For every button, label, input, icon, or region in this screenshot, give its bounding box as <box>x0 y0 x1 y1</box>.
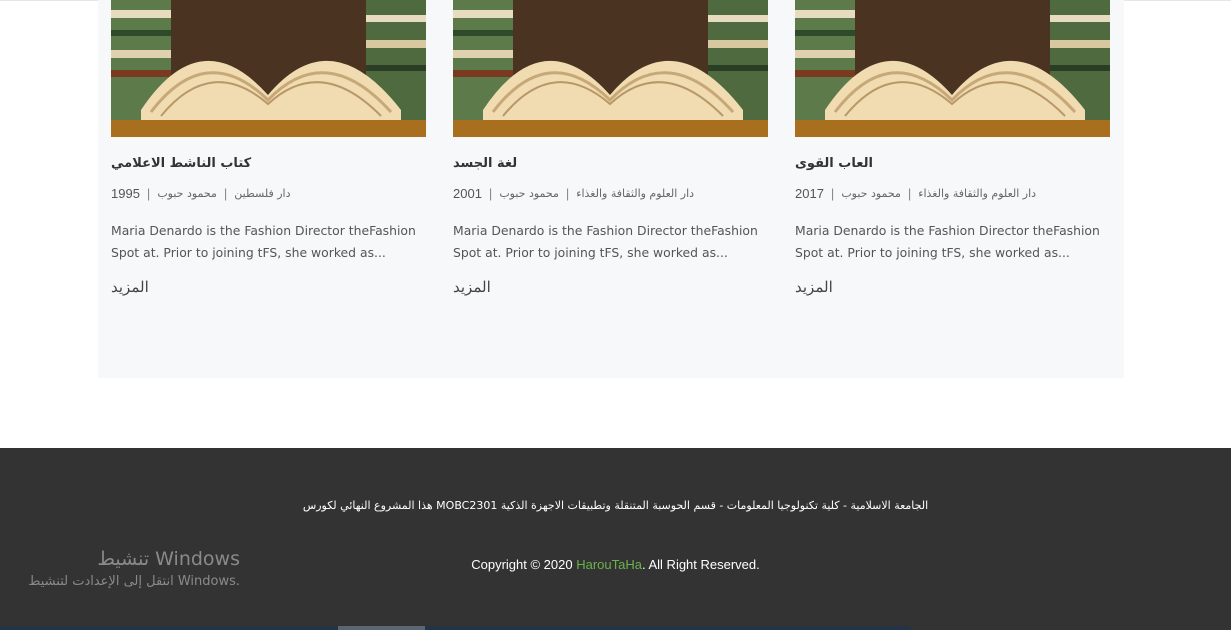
meta-separator: | <box>146 185 151 201</box>
more-link[interactable]: المزيد <box>795 278 833 296</box>
taskbar-edge <box>0 626 1231 630</box>
site-footer: هذا المشروع النهائي لكورس MOBC2301 الجام… <box>0 448 1231 630</box>
taskbar-segment <box>338 626 425 630</box>
activation-subtitle: انتقل إلى الإعدادت لتنشيط Windows. <box>28 574 240 589</box>
book-publisher: دار العلوم والثقافة والغذاء <box>918 186 1037 200</box>
book-description: Maria Denardo is the Fashion Director th… <box>111 223 416 260</box>
book-year: 2017 <box>795 185 824 201</box>
book-author: محمود حبوب <box>841 186 901 200</box>
windows-activation-watermark: تنشيط Windows انتقل إلى الإعدادت لتنشيط … <box>4 548 240 589</box>
meta-separator: | <box>223 185 228 201</box>
book-author: محمود حبوب <box>499 186 559 200</box>
book-publisher: دار فلسطين <box>234 186 291 200</box>
book-description: Maria Denardo is the Fashion Director th… <box>453 223 758 260</box>
book-card: كتاب الناشط الاعلامي 1995 | محمود حبوب |… <box>111 0 426 296</box>
activation-title: تنشيط Windows <box>97 548 240 570</box>
book-author: محمود حبوب <box>157 186 217 200</box>
book-meta: 1995 | محمود حبوب | دار فلسطين <box>111 185 426 201</box>
book-cover-image[interactable] <box>795 0 1110 137</box>
meta-separator: | <box>488 185 493 201</box>
book-description: Maria Denardo is the Fashion Director th… <box>795 223 1100 260</box>
book-card: لغة الجسد 2001 | محمود حبوب | دار العلوم… <box>453 0 768 296</box>
footer-project-note: هذا المشروع النهائي لكورس MOBC2301 الجام… <box>302 499 929 512</box>
books-panel: كتاب الناشط الاعلامي 1995 | محمود حبوب |… <box>98 0 1124 378</box>
book-title[interactable]: كتاب الناشط الاعلامي <box>111 156 426 171</box>
meta-separator: | <box>907 185 912 201</box>
more-link[interactable]: المزيد <box>111 278 149 296</box>
meta-separator: | <box>565 185 570 201</box>
meta-separator: | <box>830 185 835 201</box>
book-meta: 2017 | محمود حبوب | دار العلوم والثقافة … <box>795 185 1110 201</box>
book-meta: 2001 | محمود حبوب | دار العلوم والثقافة … <box>453 185 768 201</box>
more-link[interactable]: المزيد <box>453 278 491 296</box>
book-year: 2001 <box>453 185 482 201</box>
taskbar-segment <box>910 626 1231 630</box>
book-publisher: دار العلوم والثقافة والغذاء <box>576 186 695 200</box>
book-cover-image[interactable] <box>111 0 426 137</box>
book-cover-image[interactable] <box>453 0 768 137</box>
book-card: العاب القوى 2017 | محمود حبوب | دار العل… <box>795 0 1110 296</box>
copyright-suffix: . All Right Reserved. <box>641 557 760 572</box>
book-title[interactable]: العاب القوى <box>795 156 1110 171</box>
copyright-prefix: Copyright © 2020 <box>471 557 577 572</box>
brand-link[interactable]: HarouTaHa <box>576 557 642 572</box>
book-year: 1995 <box>111 185 140 201</box>
book-title[interactable]: لغة الجسد <box>453 156 768 171</box>
